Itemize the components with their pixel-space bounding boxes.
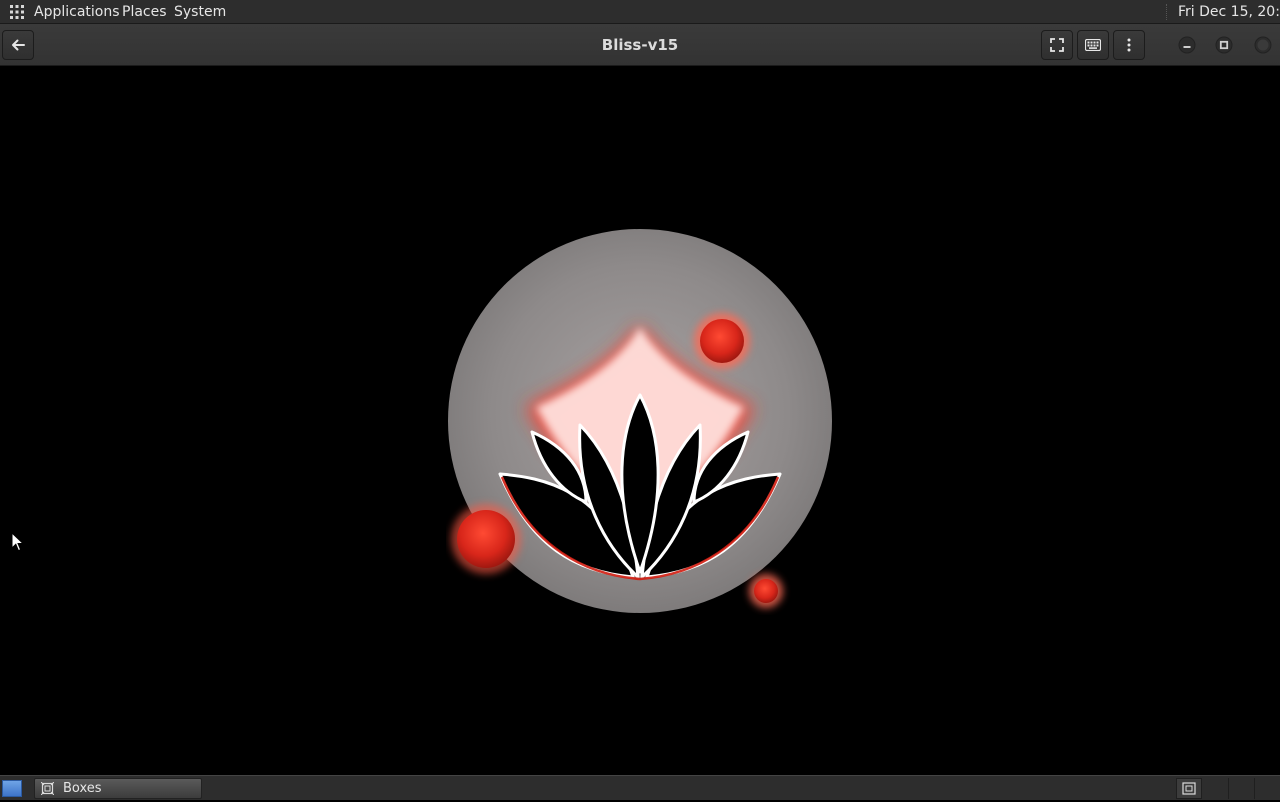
lotus-boot-logo bbox=[448, 229, 832, 613]
fullscreen-icon bbox=[1050, 38, 1064, 52]
workspace-window-icon bbox=[1182, 782, 1196, 795]
workspace-3[interactable] bbox=[1254, 778, 1280, 799]
minimize-icon bbox=[1178, 36, 1196, 54]
show-desktop-button[interactable] bbox=[2, 780, 22, 797]
back-arrow-icon bbox=[12, 39, 25, 51]
back-button[interactable] bbox=[2, 30, 34, 60]
places-menu[interactable]: Places bbox=[122, 0, 167, 24]
keyboard-icon bbox=[1085, 39, 1101, 51]
close-button[interactable] bbox=[1253, 35, 1273, 55]
workspace-1[interactable] bbox=[1176, 778, 1202, 799]
minimize-button[interactable] bbox=[1177, 35, 1197, 55]
maximize-icon bbox=[1215, 36, 1233, 54]
maximize-button[interactable] bbox=[1214, 35, 1234, 55]
panel-separator bbox=[1166, 4, 1168, 20]
applications-menu[interactable]: Applications bbox=[34, 0, 120, 24]
taskbar-item-boxes[interactable]: Boxes bbox=[34, 778, 202, 799]
window-title: Bliss-v15 bbox=[601, 36, 679, 54]
mouse-pointer-icon bbox=[11, 532, 25, 552]
vm-display[interactable] bbox=[0, 66, 1280, 775]
bottom-panel: Boxes bbox=[0, 775, 1280, 800]
clock[interactable]: Fri Dec 15, 20:30 bbox=[1178, 0, 1280, 24]
fullscreen-button[interactable] bbox=[1041, 30, 1073, 60]
workspace-2[interactable] bbox=[1228, 778, 1254, 799]
boxes-app-icon bbox=[41, 782, 54, 795]
taskbar-item-label: Boxes bbox=[63, 781, 102, 796]
system-menu[interactable]: System bbox=[174, 0, 226, 24]
top-panel: Applications Places System Fri Dec 15, 2… bbox=[0, 0, 1280, 24]
close-icon bbox=[1254, 36, 1272, 54]
boxes-headerbar: Bliss-v15 bbox=[0, 24, 1280, 66]
keyboard-button[interactable] bbox=[1077, 30, 1109, 60]
applications-grid-icon[interactable] bbox=[10, 5, 24, 19]
vertical-dots-icon bbox=[1127, 38, 1131, 52]
menu-button[interactable] bbox=[1113, 30, 1145, 60]
